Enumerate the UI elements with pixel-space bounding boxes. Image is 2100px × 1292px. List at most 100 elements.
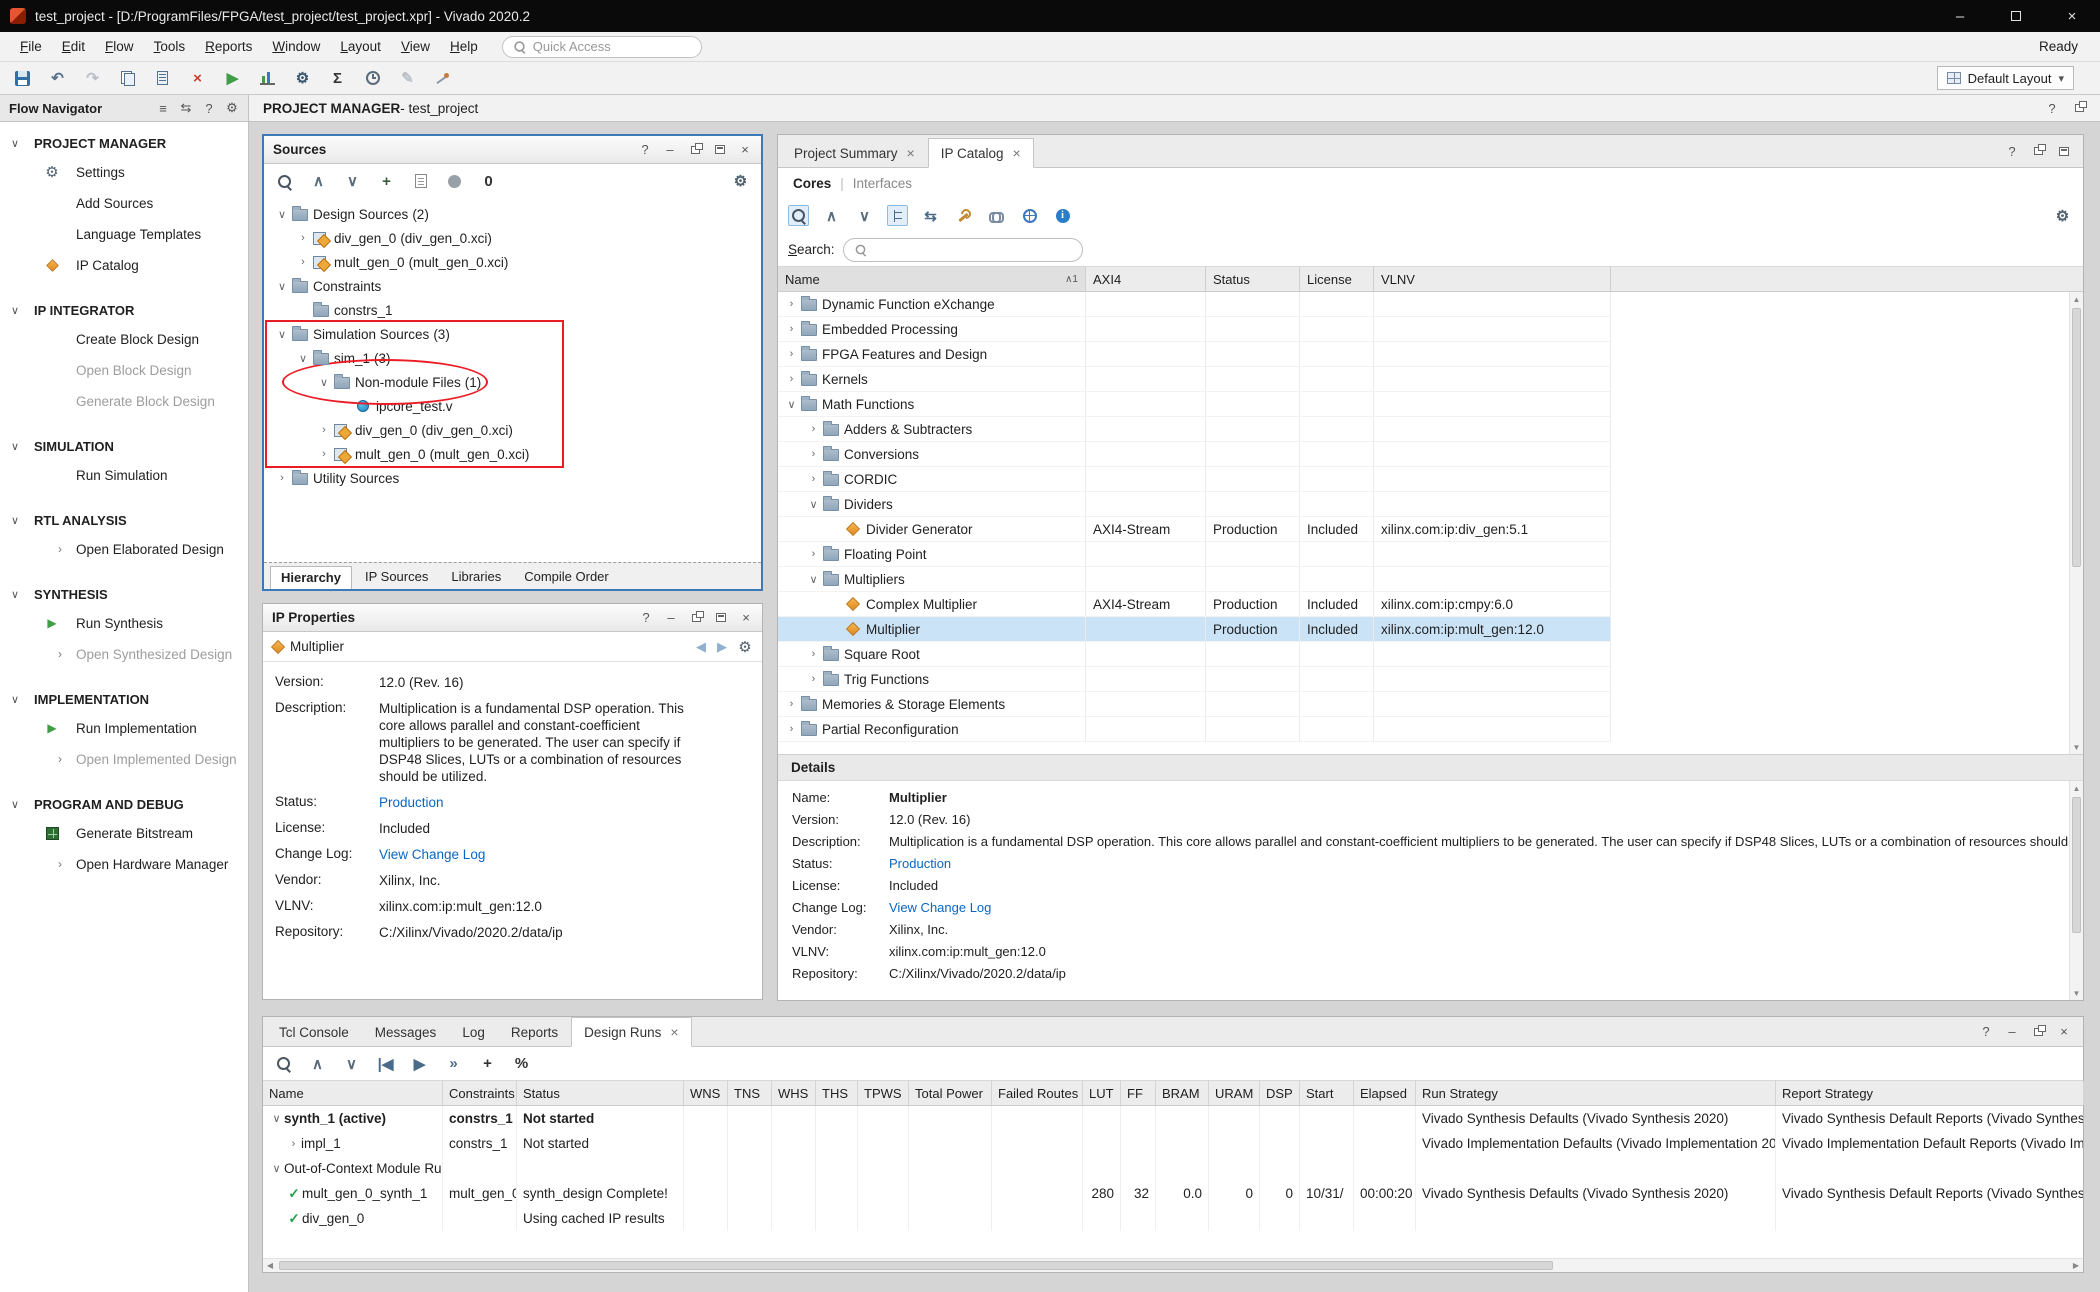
expander-icon[interactable]: › — [784, 348, 799, 360]
column-header-lut[interactable]: LUT — [1083, 1081, 1121, 1105]
maximize-icon[interactable] — [714, 611, 728, 625]
ip-settings-wrench-icon[interactable] — [953, 205, 974, 226]
help-icon[interactable]: ? — [639, 611, 653, 625]
expander-icon[interactable]: ∨ — [269, 1112, 284, 1125]
design-runs-horizontal-scrollbar[interactable]: ◀ ▶ — [263, 1258, 2083, 1272]
expander-icon[interactable]: › — [784, 373, 799, 385]
gear-icon[interactable]: ⚙ — [738, 640, 752, 654]
subtab-interfaces[interactable]: Interfaces — [853, 176, 912, 191]
expander-icon[interactable]: ∨ — [274, 328, 290, 341]
close-icon[interactable]: × — [1013, 145, 1021, 161]
tab-log[interactable]: Log — [449, 1017, 498, 1047]
fn-item-ip-catalog[interactable]: IP Catalog — [0, 250, 248, 281]
tab-ip-sources[interactable]: IP Sources — [355, 566, 438, 589]
fn-section-synthesis[interactable]: ∨SYNTHESIS — [0, 582, 248, 608]
expander-icon[interactable]: › — [316, 448, 332, 460]
transform-icon[interactable]: ⇆ — [920, 205, 941, 226]
badge-count-icon[interactable]: 0 — [478, 171, 499, 192]
maximize-button[interactable] — [1988, 0, 2044, 32]
tab-compile-order[interactable]: Compile Order — [514, 566, 619, 589]
expander-icon[interactable]: › — [295, 232, 311, 244]
column-header-bram[interactable]: BRAM — [1156, 1081, 1209, 1105]
tab-ip-catalog[interactable]: IP Catalog× — [928, 138, 1034, 168]
run-row-synth-1-active[interactable]: ∨synth_1 (active)constrs_1Not startedViv… — [263, 1106, 2083, 1131]
save-icon[interactable] — [12, 68, 33, 89]
maximize-icon[interactable] — [713, 143, 727, 157]
menu-layout[interactable]: Layout — [330, 32, 391, 62]
help-icon[interactable]: ? — [2005, 144, 2019, 158]
minimize-icon[interactable]: – — [664, 611, 678, 625]
expander-icon[interactable]: › — [806, 473, 821, 485]
tab-reports[interactable]: Reports — [498, 1017, 571, 1047]
fn-section-simulation[interactable]: ∨SIMULATION — [0, 434, 248, 460]
expander-icon[interactable]: ∨ — [295, 352, 311, 365]
scroll-down-icon[interactable]: ▼ — [2070, 986, 2083, 1000]
help-icon[interactable]: ? — [1979, 1025, 1993, 1039]
column-header-wns[interactable]: WNS — [684, 1081, 728, 1105]
skip-forward-icon[interactable]: » — [443, 1053, 464, 1074]
edit-icon[interactable]: ✎ — [397, 68, 418, 89]
tree-item-non-module-files[interactable]: ∨Non-module Files (1) — [264, 370, 761, 394]
minimize-icon[interactable]: – — [663, 143, 677, 157]
expander-icon[interactable]: ∨ — [316, 376, 332, 389]
tree-item-design-sources[interactable]: ∨Design Sources (2) — [264, 202, 761, 226]
back-icon[interactable]: ◀ — [696, 639, 706, 655]
catalog-row-embedded-processing[interactable]: ›Embedded Processing — [778, 317, 1611, 342]
tab-design-runs[interactable]: Design Runs× — [571, 1017, 691, 1047]
settings-gear-icon[interactable]: ⚙ — [292, 68, 313, 89]
menu-view[interactable]: View — [391, 32, 440, 62]
scrollbar-thumb[interactable] — [2072, 797, 2081, 933]
expander-icon[interactable]: › — [316, 424, 332, 436]
catalog-row-dividers[interactable]: ∨Dividers — [778, 492, 1611, 517]
expand-all-icon[interactable]: ∨ — [341, 1053, 362, 1074]
float-icon[interactable] — [689, 611, 703, 625]
expander-icon[interactable]: › — [784, 698, 799, 710]
search-icon[interactable] — [788, 205, 809, 226]
menu-help[interactable]: Help — [440, 32, 488, 62]
catalog-row-trig-functions[interactable]: ›Trig Functions — [778, 667, 1611, 692]
tree-item-div-gen-0[interactable]: ›div_gen_0 (div_gen_0.xci) — [264, 226, 761, 250]
reset-run-icon[interactable]: |◀ — [375, 1053, 396, 1074]
column-header-uram[interactable]: URAM — [1209, 1081, 1260, 1105]
tab-tcl-console[interactable]: Tcl Console — [266, 1017, 362, 1047]
analysis-icon[interactable] — [257, 68, 278, 89]
subtab-cores[interactable]: Cores — [793, 176, 831, 191]
catalog-vertical-scrollbar[interactable]: ▲ ▼ — [2069, 292, 2083, 754]
expand-all-icon[interactable]: ∨ — [342, 171, 363, 192]
fn-item-run-simulation[interactable]: Run Simulation — [0, 460, 248, 491]
maximize-icon[interactable] — [2057, 144, 2071, 158]
run-row-div-gen-0[interactable]: ✓div_gen_0Using cached IP results — [263, 1206, 2083, 1231]
catalog-row-dynamic-function-exchange[interactable]: ›Dynamic Function eXchange — [778, 292, 1611, 317]
column-header-total-power[interactable]: Total Power — [909, 1081, 992, 1105]
expander-icon[interactable]: › — [286, 1138, 301, 1150]
catalog-row-cordic[interactable]: ›CORDIC — [778, 467, 1611, 492]
tab-project-summary[interactable]: Project Summary× — [781, 138, 928, 168]
menu-icon[interactable]: ≡ — [156, 101, 170, 115]
column-header-name[interactable]: Name — [263, 1081, 443, 1105]
scrollbar-thumb[interactable] — [2072, 308, 2081, 567]
fn-section-rtl-analysis[interactable]: ∨RTL ANALYSIS — [0, 508, 248, 534]
catalog-row-memories-storage-elements[interactable]: ›Memories & Storage Elements — [778, 692, 1611, 717]
column-header-report-strategy[interactable]: Report Strategy — [1776, 1081, 2084, 1105]
catalog-row-divider-generator[interactable]: Divider GeneratorAXI4-StreamProductionIn… — [778, 517, 1611, 542]
tab-libraries[interactable]: Libraries — [441, 566, 511, 589]
column-header-vlnv[interactable]: VLNV — [1374, 267, 1611, 291]
expander-icon[interactable]: ∨ — [784, 398, 799, 411]
paste-icon[interactable] — [152, 68, 173, 89]
column-header-license[interactable]: License — [1300, 267, 1374, 291]
expander-icon[interactable]: ∨ — [806, 498, 821, 511]
close-icon[interactable]: × — [738, 143, 752, 157]
column-header-start[interactable]: Start — [1300, 1081, 1354, 1105]
expander-icon[interactable]: › — [784, 323, 799, 335]
sum-icon[interactable]: Σ — [327, 68, 348, 89]
fn-item-run-synthesis[interactable]: ▶Run Synthesis — [0, 608, 248, 639]
expander-icon[interactable]: › — [295, 256, 311, 268]
fn-item-open-implemented-design[interactable]: ›Open Implemented Design — [0, 744, 248, 775]
fn-item-open-hardware-manager[interactable]: ›Open Hardware Manager — [0, 849, 248, 880]
scroll-up-icon[interactable]: ▲ — [2070, 781, 2083, 795]
minimize-icon[interactable]: – — [2005, 1025, 2019, 1039]
column-header-tns[interactable]: TNS — [728, 1081, 772, 1105]
close-icon[interactable]: × — [907, 145, 915, 161]
search-icon[interactable] — [274, 171, 295, 192]
expander-icon[interactable]: › — [806, 648, 821, 660]
